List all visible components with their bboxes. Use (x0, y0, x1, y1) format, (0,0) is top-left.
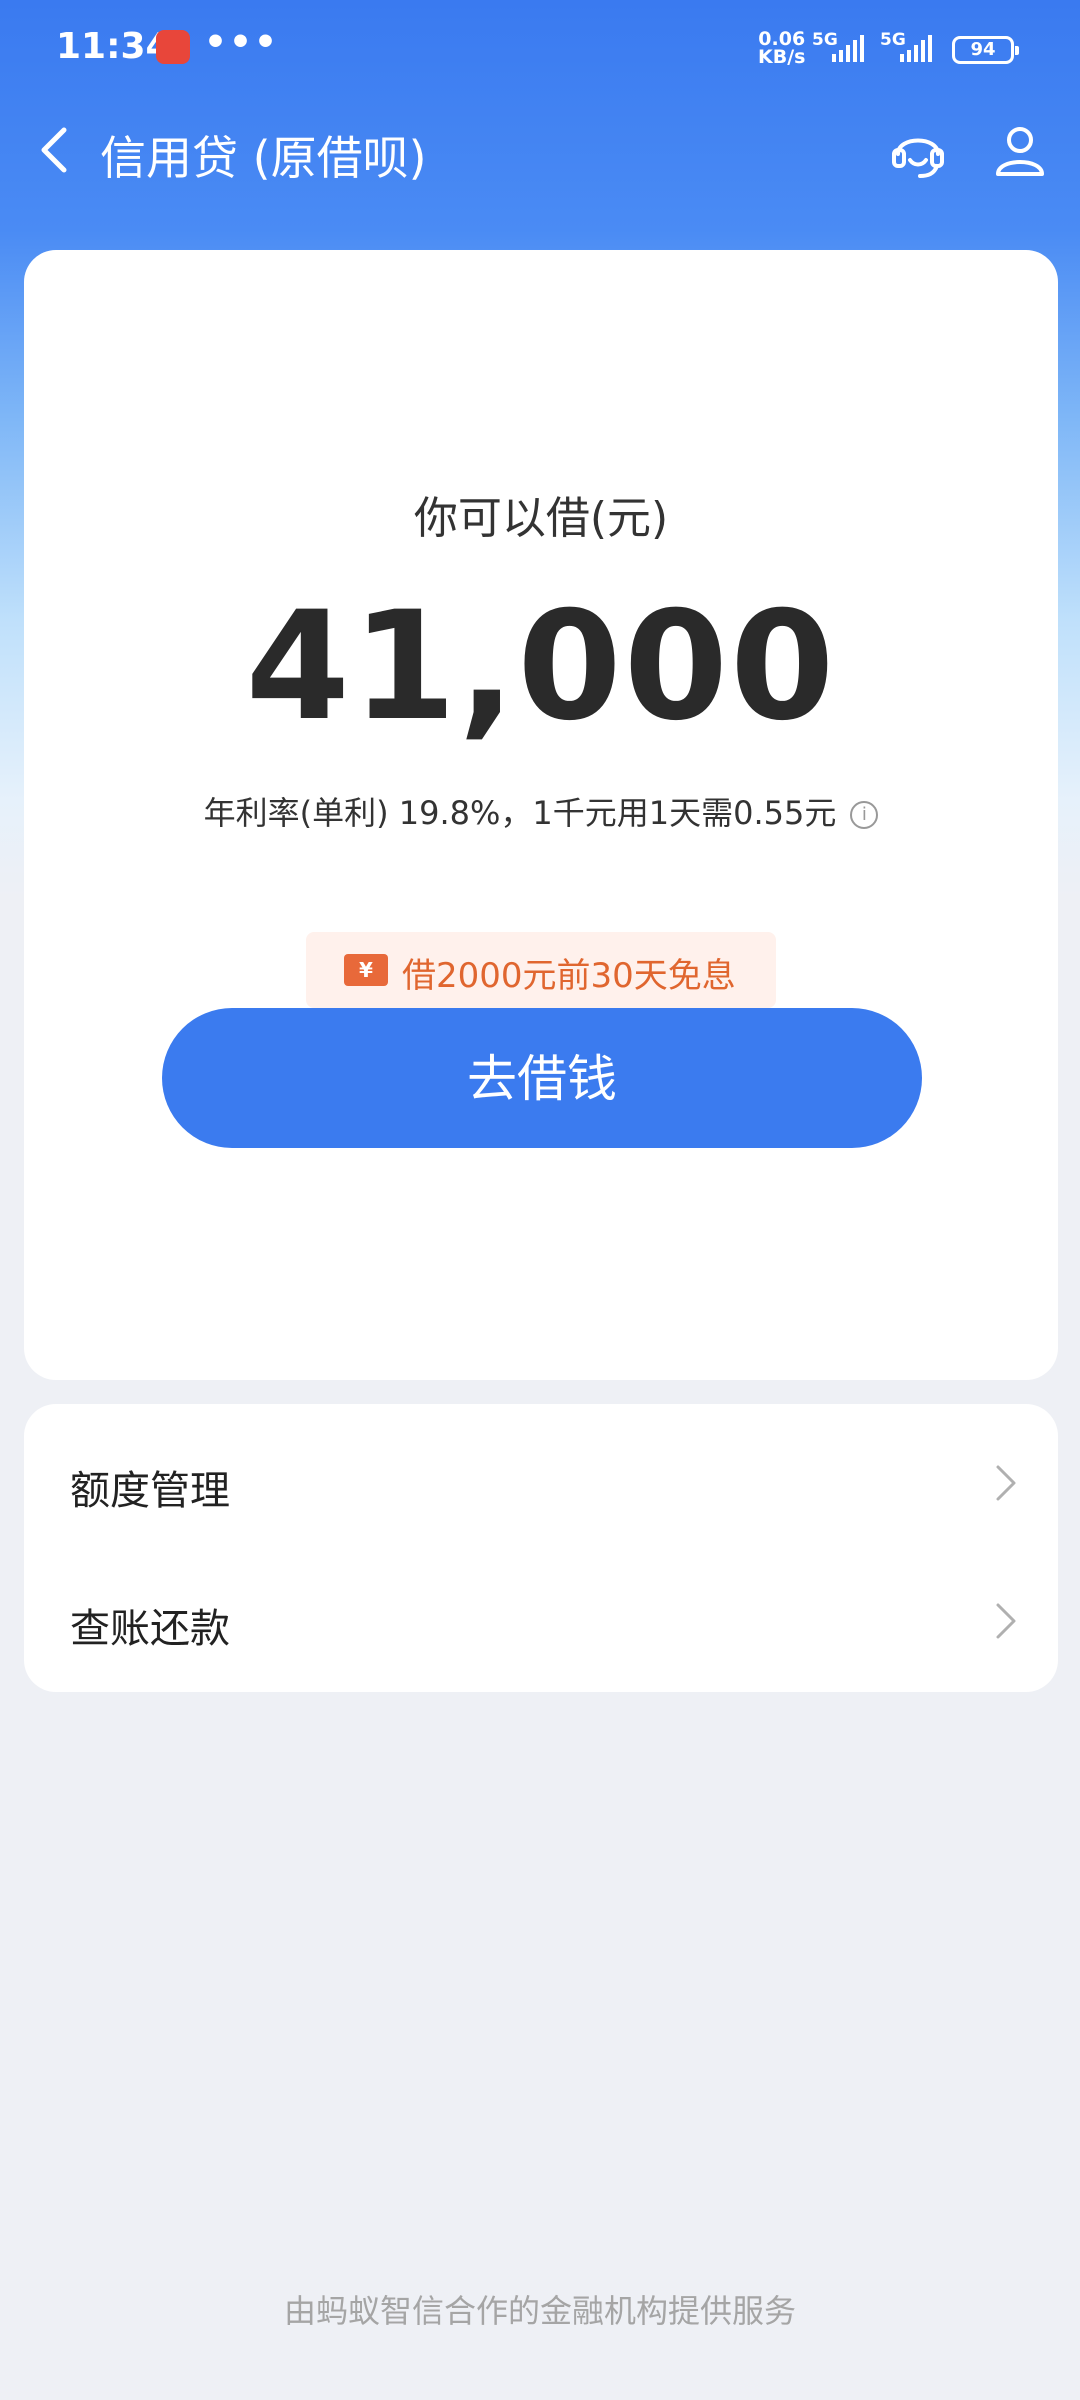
borrow-button[interactable]: 去借钱 (162, 1008, 922, 1148)
network-speed: 0.06 KB/s (758, 30, 806, 68)
network-speed-unit: KB/s (758, 46, 806, 68)
footer-disclaimer: 由蚂蚁智信合作的金融机构提供服务 (283, 2292, 796, 2330)
menu-item-label: 额度管理 (70, 1468, 230, 1514)
loan-card: 你可以借(元) 41,000 年利率(单利) 19.8%，1千元用1天需0.55… (24, 250, 1058, 1380)
page-title: 信用贷 (原借呗) (100, 131, 427, 185)
menu-item-credit-limit[interactable]: 额度管理 (24, 1418, 1058, 1548)
status-time: 11:34 (56, 26, 171, 67)
back-arrow-icon[interactable] (30, 120, 90, 180)
info-icon[interactable]: i (850, 801, 879, 829)
coupon-icon: ¥ (344, 954, 388, 986)
bank-app-icon (156, 30, 190, 64)
menu-item-bills-repayment[interactable]: 查账还款 (24, 1556, 1058, 1686)
customer-service-icon[interactable] (888, 120, 948, 180)
nav-bar: 信用贷 (原借呗) (0, 100, 1080, 200)
menu-item-label: 查账还款 (70, 1606, 230, 1652)
loan-subtitle: 你可以借(元) (413, 493, 669, 544)
signal-icon: 5G (812, 30, 872, 66)
promo-tag: ¥ 借2000元前30天免息 (306, 932, 776, 1020)
signal-icon: 5G (880, 30, 940, 66)
loan-amount: 41,000 (245, 580, 837, 754)
profile-icon[interactable] (990, 120, 1050, 180)
menu-card: 额度管理 查账还款 (24, 1404, 1058, 1692)
interest-rate-text: 年利率(单利) 19.8%，1千元用1天需0.55元 (203, 794, 837, 832)
battery-icon: 94 (952, 36, 1019, 64)
promo-text: 借2000元前30天免息 (402, 956, 736, 996)
chevron-right-icon (996, 1465, 1016, 1501)
interest-rate-info: 年利率(单利) 19.8%，1千元用1天需0.55元 i (24, 788, 1058, 834)
status-bar: 11:34 ••• 0.06 KB/s 5G 5G 94 (0, 0, 1080, 100)
chevron-right-icon (996, 1603, 1016, 1639)
more-notifications-icon: ••• (204, 22, 280, 63)
